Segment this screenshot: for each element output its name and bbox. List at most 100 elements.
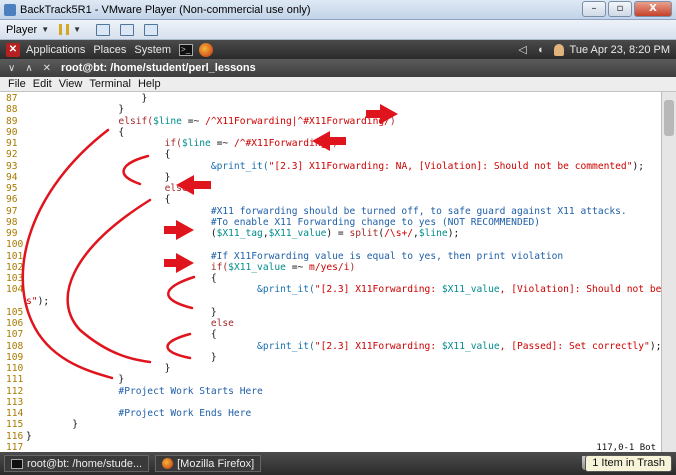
code-token: /^X11Forwarding|^#X11Forwarding/ [205,115,390,127]
volume-icon[interactable]: ◖ [537,44,544,56]
code-token: "[2.3] X11Forwarding: [314,284,442,296]
line-number: 106 [6,318,24,329]
code-line: 109 } [0,352,217,364]
close-button[interactable]: X [634,1,672,17]
code-token: ( [26,228,217,239]
player-menu[interactable]: Player [6,24,37,36]
window-controls: – ▫ X [580,1,672,17]
scrollbar-thumb[interactable] [664,100,674,136]
vmware-app-icon [4,3,16,16]
terminal-scrollbar[interactable] [661,92,676,452]
firefox-launcher-icon[interactable] [199,42,214,57]
code-token: $line [153,115,182,127]
code-line: 103 { [0,273,217,285]
window-up-chevron-icon[interactable]: ∧ [25,63,32,74]
line-number: 102 [6,261,24,273]
code-token: &print_it( [26,340,315,352]
system-menu[interactable]: System [134,44,171,56]
taskbar-firefox-label: [Mozilla Firefox] [177,457,255,470]
user-icon[interactable] [553,43,564,56]
maximize-button[interactable]: ▫ [608,1,632,17]
code-line: 88 } [0,104,124,116]
pause-icon[interactable] [59,24,70,35]
fullscreen-icon[interactable] [144,23,159,36]
code-token: } [26,306,217,318]
code-line: 106 else [0,318,234,330]
terminal-icon [11,458,23,469]
line-number: 111 [6,374,24,386]
line-number: 107 [6,329,24,341]
vmware-toolbar: Player ▼ ▼ [0,20,676,40]
code-token: split [349,228,379,239]
code-token: =~ [181,115,206,127]
player-chevron-down-icon[interactable]: ▼ [41,25,49,34]
code-token: } [26,419,78,431]
code-token: } [26,351,217,363]
line-number: 91 [6,138,18,149]
pause-chevron-down-icon[interactable]: ▼ [73,25,81,34]
line-number: 116 [6,430,24,442]
code-line: 87 } [0,93,147,105]
code-line: 99 ($X11_tag,$X11_value) = split(/\s+/,$… [0,228,459,240]
code-token: #Project Work Ends Here [26,408,252,419]
trash-status-badge[interactable]: 1 Item in Trash [585,455,672,472]
code-line: s"); [0,296,49,308]
line-number: 92 [6,149,18,161]
minimize-button[interactable]: – [582,1,606,17]
code-token: else [26,183,188,194]
code-line: 93 &print_it("[2.3] X11Forwarding: NA, [… [0,161,644,173]
code-token: #To enable X11 Forwarding change to yes … [26,216,541,228]
window-close-icon[interactable]: ✕ [43,63,51,74]
taskbar-terminal-label: root@bt: /home/stude... [27,457,143,470]
code-token: /^#X11Forwarding/ [233,138,333,149]
code-token: "[2.3] X11Forwarding: [314,340,442,352]
line-number: 103 [6,273,24,284]
code-token: #If X11Forwarding value is equal to yes,… [26,250,564,262]
taskbar-firefox[interactable]: [Mozilla Firefox] [155,455,262,472]
line-number: 89 [6,115,18,127]
line-number: 94 [6,171,18,183]
code-token: $X11_value [441,340,500,352]
code-token: $X11_value [441,284,500,296]
line-number: 97 [6,205,18,217]
code-token: "[2.3] X11Forwarding: NA, [Violation]: S… [268,160,633,172]
menu-view[interactable]: View [59,78,83,90]
code-line: 105 } [0,307,217,319]
window-title: BackTrack5R1 - VMware Player (Non-commer… [20,3,311,16]
line-number: 87 [6,93,18,104]
network-devices-icon[interactable] [96,23,111,36]
line-number: 100 [6,239,24,251]
code-token: ) [349,261,356,273]
panel-tray: ◁ ◖ Tue Apr 23, 8:20 PM [508,40,670,59]
places-menu[interactable]: Places [93,44,126,56]
line-number: 113 [6,396,24,408]
code-line: 97 #X11 forwarding should be turned off,… [0,206,627,218]
code-line: 98 #To enable X11 Forwarding change to y… [0,217,540,229]
menu-terminal[interactable]: Terminal [89,78,131,90]
code-line: 94 } [0,172,170,184]
terminal-launcher-icon[interactable]: >_ [179,43,194,56]
panel-clock[interactable]: Tue Apr 23, 8:20 PM [570,44,670,56]
code-line: 116} [0,431,32,443]
terminal-title-bar[interactable]: ∨ ∧ ✕ root@bt: /home/student/perl_lesson… [0,59,676,77]
code-token: &print_it( [26,160,269,172]
menu-help[interactable]: Help [138,78,161,90]
code-token: } [26,374,125,386]
menu-edit[interactable]: Edit [33,78,52,90]
vmware-title-bar[interactable]: BackTrack5R1 - VMware Player (Non-commer… [0,0,676,20]
backtrack-logo-icon[interactable]: ✕ [6,42,20,57]
network-icon[interactable]: ◁ [518,43,526,56]
terminal-text-area[interactable]: 87 } 88 } 89 elsif($line =~ /^X11Forwardin… [0,92,661,452]
code-token: ); [632,160,645,172]
applications-menu[interactable]: Applications [26,44,85,56]
window-menu-chevron-icon[interactable]: ∨ [8,63,15,74]
code-line: 101 #If X11Forwarding value is equal to … [0,251,563,263]
taskbar-terminal[interactable]: root@bt: /home/stude... [4,455,150,472]
code-token: } [26,104,125,116]
line-number: 110 [6,363,24,374]
code-token: m/yes/i [309,261,350,273]
send-ctrl-alt-del-icon[interactable] [120,23,135,36]
line-number: 115 [6,419,24,431]
code-line: 100 [0,239,26,251]
menu-file[interactable]: File [8,78,26,90]
